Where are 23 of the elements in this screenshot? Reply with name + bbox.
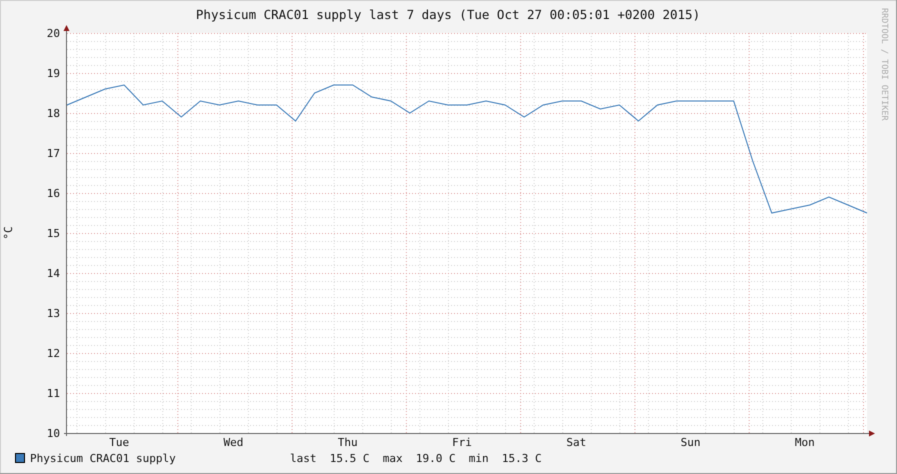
x-tick-label: Thu xyxy=(338,436,358,449)
y-axis-label: °C xyxy=(2,226,15,240)
y-tick-label: 17 xyxy=(46,147,60,160)
x-tick-label: Mon xyxy=(794,436,815,449)
chart-title: Physicum CRAC01 supply last 7 days (Tue Oct 27 00:05:01 +0200 2015) xyxy=(196,7,700,22)
y-tick-label: 18 xyxy=(46,107,60,120)
y-tick-label: 19 xyxy=(46,67,60,80)
x-tick-label: Tue xyxy=(109,436,130,449)
legend-label: Physicum CRAC01 supply xyxy=(30,452,176,465)
y-tick-label: 10 xyxy=(46,427,60,440)
x-tick-label: Wed xyxy=(224,436,244,449)
y-tick-label: 11 xyxy=(46,387,60,400)
x-tick-label: Fri xyxy=(452,436,472,449)
x-tick-label: Sat xyxy=(566,436,586,449)
y-tick-label: 13 xyxy=(46,307,60,320)
y-tick-label: 14 xyxy=(46,267,60,280)
y-tick-label: 15 xyxy=(46,227,60,240)
y-tick-label: 20 xyxy=(46,27,60,40)
x-tick-label: Sun xyxy=(680,436,700,449)
legend-stats: last 15.5 C max 19.0 C min 15.3 C xyxy=(290,452,542,465)
y-tick-label: 12 xyxy=(46,347,60,360)
credit-text: RRDTOOL / TOBI OETIKER xyxy=(879,8,889,121)
y-tick-label: 16 xyxy=(46,187,60,200)
